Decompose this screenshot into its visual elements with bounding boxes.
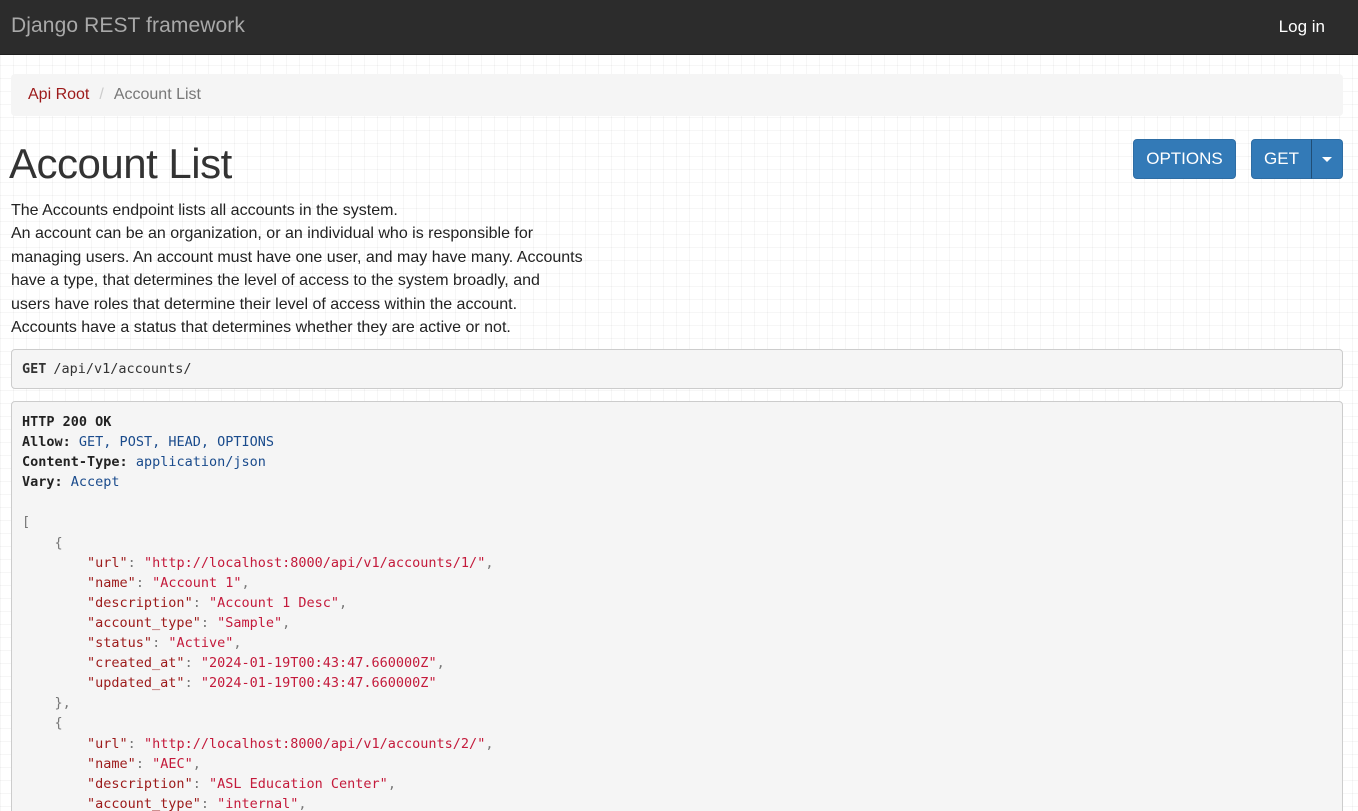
json-row: "url": "http://localhost:8000/api/v1/acc… — [87, 735, 494, 752]
login-link[interactable]: Log in — [1279, 17, 1325, 37]
breadcrumb-api-root[interactable]: Api Root — [28, 86, 89, 104]
json-url-link[interactable]: http://localhost:8000/api/v1/accounts/2/ — [152, 736, 477, 752]
breadcrumb: Api Root / Account List — [11, 74, 1343, 116]
breadcrumb-separator: / — [99, 86, 104, 103]
description-line: users have roles that determine their le… — [11, 295, 518, 313]
response-header-content-type: Content-Type: application/json — [22, 454, 266, 471]
json-row: "updated_at": "2024-01-19T00:43:47.66000… — [87, 675, 437, 692]
response-header-allow: Allow: GET, POST, HEAD, OPTIONS — [22, 434, 274, 451]
response-header-vary: Vary: Accept — [22, 474, 120, 491]
description-line: managing users. An account must have one… — [11, 248, 583, 266]
json-row: "description": "Account 1 Desc", — [87, 594, 348, 611]
breadcrumb-current: Account List — [113, 86, 201, 103]
description-line: An account can be an organization, or an… — [11, 225, 534, 243]
brand-link[interactable]: Django REST framework — [11, 14, 245, 38]
options-button[interactable]: OPTIONS — [1133, 139, 1236, 179]
json-row: "created_at": "2024-01-19T00:43:47.66000… — [87, 655, 445, 672]
response-status: HTTP 200 OK — [22, 414, 112, 430]
description-line: The Accounts endpoint lists all accounts… — [11, 202, 398, 219]
caret-down-icon — [1322, 156, 1332, 162]
page-title: Account List — [9, 140, 232, 187]
description-line: Accounts have a status that determines w… — [11, 319, 511, 337]
json-url-link[interactable]: http://localhost:8000/api/v1/accounts/1/ — [152, 555, 477, 571]
json-row: "description": "ASL Education Center", — [87, 775, 396, 792]
request-method: GET — [22, 361, 47, 377]
json-row: "status": "Active", — [87, 635, 242, 652]
json-row: "account_type": "internal", — [87, 795, 307, 811]
get-format-dropdown-toggle[interactable] — [1311, 139, 1343, 179]
json-row: "url": "http://localhost:8000/api/v1/acc… — [87, 554, 494, 571]
navbar: Django REST framework Log in — [0, 0, 1358, 55]
json-row: "name": "Account 1", — [87, 574, 250, 591]
json-row: "account_type": "Sample", — [87, 614, 291, 631]
endpoint-description: The Accounts endpoint lists all accounts… — [11, 199, 611, 339]
request-path: /api/v1/accounts/ — [53, 361, 192, 377]
get-button[interactable]: GET — [1251, 139, 1312, 179]
get-button-group: GET — [1251, 139, 1343, 179]
description-line: have a type, that determines the level o… — [11, 272, 540, 290]
response-info: HTTP 200 OK Allow: GET, POST, HEAD, OPTIO… — [11, 401, 1343, 811]
json-row: "name": "AEC", — [87, 755, 201, 772]
request-info: GET /api/v1/accounts/ — [11, 349, 1343, 389]
